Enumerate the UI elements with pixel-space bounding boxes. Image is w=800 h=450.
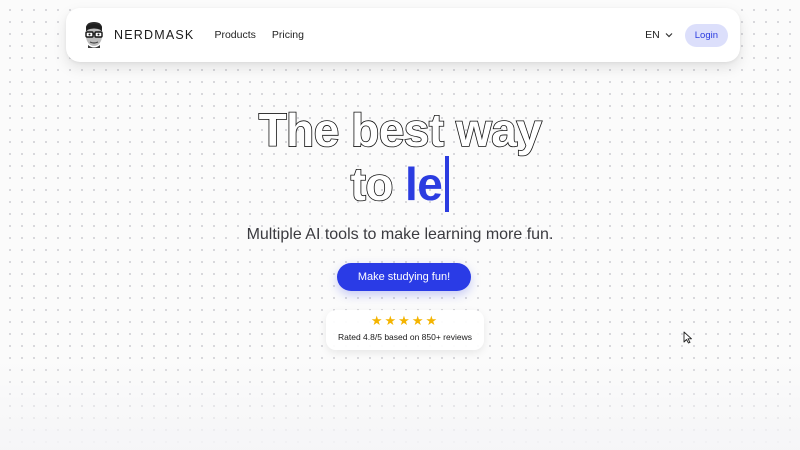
navbar: NERDMASK Products Pricing EN Login xyxy=(66,8,740,62)
cta-button[interactable]: Make studying fun! xyxy=(337,263,471,291)
hero-title-line1: The best way xyxy=(258,103,543,157)
language-label: EN xyxy=(645,29,660,41)
hero-title: The best way to le xyxy=(0,103,800,212)
login-button[interactable]: Login xyxy=(684,23,728,47)
rating-text: Rated 4.8/5 based on 850+ reviews xyxy=(338,332,472,342)
nav-link-pricing[interactable]: Pricing xyxy=(272,29,304,41)
rating-stars: ★★★★★ xyxy=(370,313,440,328)
language-selector[interactable]: EN xyxy=(645,29,673,41)
chevron-down-icon xyxy=(665,33,673,38)
hero-typed-text: le xyxy=(405,158,443,210)
brand[interactable]: NERDMASK xyxy=(82,21,194,49)
background-fade xyxy=(0,360,800,450)
hero-title-line2: to le xyxy=(350,156,450,212)
hero-subtitle: Multiple AI tools to make learning more … xyxy=(246,226,554,243)
pointer-cursor-icon xyxy=(683,331,692,344)
nav-link-products[interactable]: Products xyxy=(214,29,255,41)
page: NERDMASK Products Pricing EN Login The b… xyxy=(0,0,800,450)
brand-name: NERDMASK xyxy=(114,28,195,42)
nerd-face-glasses-icon xyxy=(85,22,103,48)
typing-caret xyxy=(445,156,450,212)
nav-right: EN Login xyxy=(645,23,728,47)
nav-links: Products Pricing xyxy=(214,29,304,41)
hero-title-prefix: to xyxy=(350,157,395,211)
rating-card: ★★★★★ Rated 4.8/5 based on 850+ reviews xyxy=(326,310,484,350)
